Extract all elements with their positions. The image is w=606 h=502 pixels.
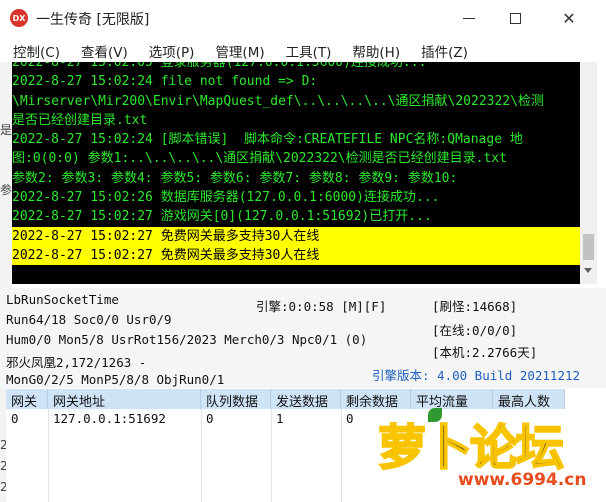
- title-bar: DX 一生传奇 [无限版] ✕: [0, 0, 606, 36]
- column-header[interactable]: 发送数据: [271, 389, 341, 410]
- log-line: 是否已经创建目录.txt: [12, 112, 148, 128]
- minimize-icon: [463, 17, 475, 19]
- carrot-leaf-icon: [428, 408, 442, 422]
- watermark-text: 萝卜论坛: [377, 419, 565, 477]
- log-line: 2022-8-27 15:02:24 file not found => D:: [12, 74, 318, 90]
- maximize-button[interactable]: [492, 0, 538, 36]
- table-cell: 0: [346, 411, 354, 426]
- watermark-url: www.6994.cn: [458, 470, 587, 490]
- log-line: \Mirserver\Mir200\Envir\MapQuest_def\..\…: [12, 93, 544, 109]
- engine-version: 引擎版本: 4.00 Build 20211212: [372, 368, 581, 383]
- forum-watermark-logo: 萝卜论坛 www.6994.cn: [377, 408, 588, 498]
- close-icon: ✕: [562, 8, 576, 28]
- log-line: 参数2: 参数3: 参数4: 参数5: 参数6: 参数7: 参数8: 参数9: …: [12, 170, 458, 186]
- log-line: 2022-8-27 15:02:26 数据库服务器(127.0.0.1:6000…: [12, 190, 440, 206]
- log-console[interactable]: 2022-8-27 15:02:05 登录服务器(127.0.0.1:5600)…: [12, 62, 580, 284]
- status-panel: LbRunSocketTime Run64/18 Soc0/0 Usr0/9 H…: [0, 288, 606, 388]
- online-count: [在线:0/0/0]: [432, 323, 518, 338]
- menu-help[interactable]: 帮助(H): [339, 37, 408, 61]
- column-header[interactable]: 队列数据: [201, 389, 271, 410]
- menu-manage[interactable]: 管理(M): [202, 37, 272, 61]
- close-button[interactable]: ✕: [546, 0, 592, 36]
- column-header[interactable]: 网关地址: [48, 389, 201, 410]
- status-hum-stats: Hum0/0 Mon5/8 UsrRot156/2023 Merch0/3 Np…: [6, 332, 368, 347]
- status-mon-stats: MonG0/2/5 MonP5/8/8 ObjRun0/1: [6, 372, 225, 387]
- scroll-down-arrow-icon[interactable]: [584, 268, 592, 273]
- table-cell: 0: [11, 411, 19, 426]
- console-scrollbar[interactable]: [580, 62, 597, 284]
- menu-tools[interactable]: 工具(T): [273, 37, 340, 61]
- menu-control[interactable]: 控制(C): [0, 37, 68, 61]
- menu-plugins[interactable]: 插件(Z): [408, 37, 476, 61]
- local-uptime: [本机:2.2766天]: [432, 345, 538, 360]
- column-header[interactable]: 最高人数: [493, 389, 565, 410]
- log-line: 2022-8-27 15:02:24 [脚本错误] 脚本命令:CREATEFIL…: [12, 132, 523, 148]
- scrollbar-thumb[interactable]: [583, 234, 594, 260]
- table-cell: 1: [276, 411, 284, 426]
- refresh-count: [刷怪:14668]: [432, 299, 518, 314]
- left-glyph: 参: [0, 183, 13, 197]
- engine-uptime: 引擎:0:0:58 [M][F]: [256, 299, 387, 314]
- column-header[interactable]: 平均流量: [411, 389, 493, 410]
- log-line-highlighted: 2022-8-27 15:02:27 免费网关最多支持30人在线: [12, 245, 580, 266]
- log-line: 2022-8-27 15:02:27 游戏网关[0](127.0.0.1:516…: [12, 209, 432, 225]
- minimize-button[interactable]: [446, 0, 492, 36]
- table-cell: 0: [206, 411, 214, 426]
- menu-bar: 控制(C) 查看(V) 选项(P) 管理(M) 工具(T) 帮助(H) 插件(Z…: [0, 37, 606, 61]
- column-header[interactable]: 网关: [6, 389, 48, 410]
- table-cell: 127.0.0.1:51692: [53, 411, 166, 426]
- menu-options[interactable]: 选项(P): [136, 37, 203, 61]
- maximize-icon: [509, 12, 521, 24]
- log-line: 图:0(0:0) 参数1:..\..\..\..\通区捐献\2022322\检测…: [12, 151, 507, 167]
- status-map-info: 邪火凤凰2,172/1263 -: [6, 355, 147, 370]
- status-socket-time: LbRunSocketTime: [6, 292, 119, 307]
- app-logo-icon: DX: [10, 9, 28, 27]
- status-run-stats: Run64/18 Soc0/0 Usr0/9: [6, 312, 172, 327]
- menu-view[interactable]: 查看(V): [68, 37, 136, 61]
- left-glyph: 是: [0, 123, 13, 137]
- window-title: 一生传奇 [无限版]: [36, 12, 150, 28]
- column-header[interactable]: 剩余数据: [341, 389, 411, 410]
- log-line: 2022-8-27 15:02:05 登录服务器(127.0.0.1:5600)…: [12, 62, 427, 70]
- log-line-highlighted: 2022-8-27 15:02:27 免费网关最多支持30人在线: [12, 226, 580, 246]
